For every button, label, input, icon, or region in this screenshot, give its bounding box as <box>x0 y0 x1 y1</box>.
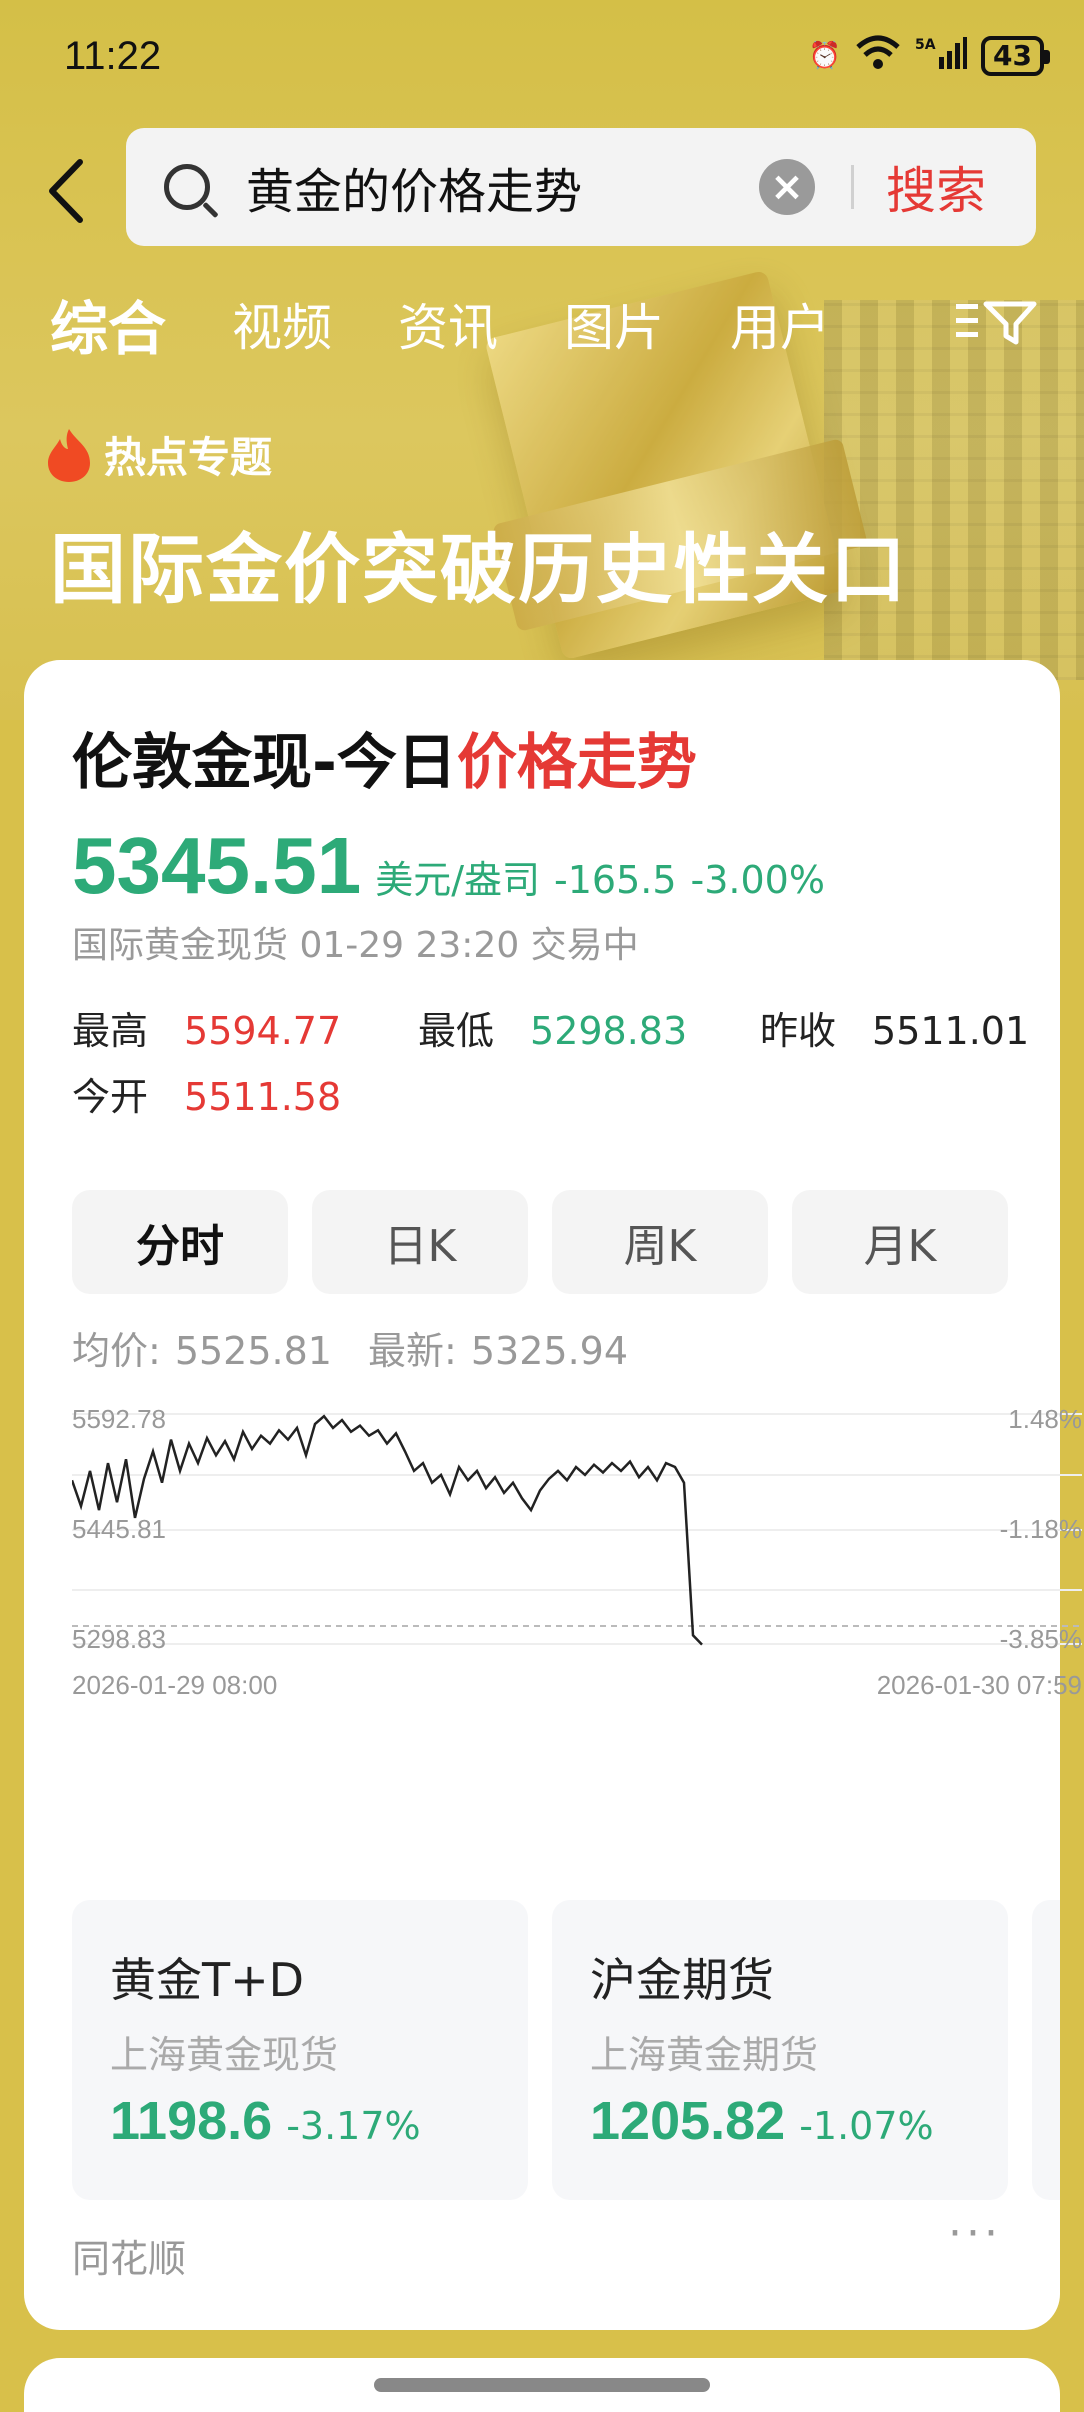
back-button[interactable] <box>46 158 96 223</box>
tab-monthly-k[interactable]: 月K <box>792 1190 1008 1294</box>
stat-open-label: 今开 <box>72 1075 149 1119</box>
market-card-futures[interactable]: 沪金期货 上海黄金期货 1205.82 -1.07% <box>552 1900 1008 2200</box>
signal-icon: 5A <box>915 35 968 78</box>
market-sub: 上海黄金现货 <box>110 2033 339 2077</box>
y-tick-right-bottom: -3.85% <box>1000 1624 1082 1654</box>
gold-price-card: 伦敦金现-今日价格走势 5345.51 美元/盎司 -165.5 -3.00% … <box>24 660 1082 2330</box>
data-source: 同花顺 <box>72 2237 187 2281</box>
market-price: 1205.82 <box>590 2091 786 2151</box>
stat-open: 今开 5511.58 <box>72 1066 341 1121</box>
stat-open-value: 5511.58 <box>184 1075 342 1119</box>
tab-intraday[interactable]: 分时 <box>72 1190 288 1294</box>
y-tick-left-mid: 5445.81 <box>72 1514 166 1544</box>
x-tick-end: 2026-01-30 07:59 <box>877 1670 1082 1700</box>
price-change: -165.5 <box>554 858 677 902</box>
tab-users[interactable]: 用户 <box>730 288 830 360</box>
market-name: 沪金期货 <box>590 1953 774 2007</box>
search-box[interactable]: 黄金的价格走势 × 搜索 <box>126 128 1036 246</box>
tab-images[interactable]: 图片 <box>564 288 664 360</box>
x-tick-start: 2026-01-29 08:00 <box>72 1670 277 1700</box>
hot-topic-label: 热点专题 <box>104 433 273 482</box>
search-button[interactable]: 搜索 <box>886 151 986 223</box>
avg-latest-row: 均价: 5525.81 最新: 5325.94 <box>72 1320 642 1375</box>
latest-label: 最新: <box>368 1329 457 1373</box>
current-price: 5345.51 <box>72 821 362 910</box>
search-bar-row: 黄金的价格走势 × 搜索 <box>0 128 1084 248</box>
divider <box>851 165 854 209</box>
filter-icon[interactable] <box>954 298 1038 358</box>
price-change-pct: -3.00% <box>690 858 825 902</box>
stat-prev-close-label: 昨收 <box>760 1009 837 1053</box>
price-row: 5345.51 美元/盎司 -165.5 -3.00% <box>72 820 825 912</box>
search-input[interactable]: 黄金的价格走势 <box>246 152 759 222</box>
close-icon: × <box>770 164 804 210</box>
market-sub: 上海黄金期货 <box>590 2033 819 2077</box>
status-time: 11:22 <box>64 33 162 78</box>
market-change: -1.07% <box>799 2104 934 2148</box>
stat-low-value: 5298.83 <box>530 1009 688 1053</box>
period-tabs: 分时 日K 周K 月K <box>72 1190 1008 1294</box>
y-tick-right-mid: -1.18% <box>1000 1514 1082 1544</box>
stat-high-label: 最高 <box>72 1009 149 1053</box>
market-card-td[interactable]: 黄金T+D 上海黄金现货 1198.6 -3.17% <box>72 1900 528 2200</box>
related-markets: 黄金T+D 上海黄金现货 1198.6 -3.17% 沪金期货 上海黄金期货 12… <box>72 1900 1060 2200</box>
market-status: 国际黄金现货 01-29 23:20 交易中 <box>72 925 639 966</box>
card-title-highlight: 价格走势 <box>456 728 697 798</box>
wifi-icon <box>855 35 901 78</box>
card-title-main: 伦敦金现-今日 <box>72 728 457 798</box>
search-icon <box>164 164 210 210</box>
battery-icon: 43 <box>981 36 1050 76</box>
chevron-left-icon <box>49 159 83 223</box>
flame-icon <box>46 427 92 483</box>
avg-value: 5525.81 <box>174 1329 332 1373</box>
tab-daily-k[interactable]: 日K <box>312 1190 528 1294</box>
market-price: 1198.6 <box>110 2091 273 2151</box>
stat-prev-close: 昨收 5511.01 <box>760 1000 1029 1055</box>
stat-high: 最高 5594.77 <box>72 1000 341 1055</box>
tab-comprehensive[interactable]: 综合 <box>50 282 166 366</box>
hot-topic-tag[interactable]: 热点专题 <box>46 424 272 485</box>
intraday-chart-svg: 5592.78 5445.81 5298.83 1.48% -1.18% -3.… <box>70 1404 1082 1700</box>
topic-headline[interactable]: 国际金价突破历史性关口 <box>50 508 908 618</box>
y-tick-left-top: 5592.78 <box>72 1404 166 1434</box>
market-name: 黄金T+D <box>110 1953 305 2007</box>
status-bar: 11:22 ⏰ 5A 43 <box>64 28 1050 84</box>
intraday-chart[interactable]: 5592.78 5445.81 5298.83 1.48% -1.18% -3.… <box>70 1400 1082 1710</box>
stat-low-label: 最低 <box>418 1009 495 1053</box>
alarm-icon: ⏰ <box>808 41 842 71</box>
stat-high-value: 5594.77 <box>184 1009 342 1053</box>
clear-button[interactable]: × <box>759 159 815 215</box>
market-change: -3.17% <box>286 2104 421 2148</box>
tab-weekly-k[interactable]: 周K <box>552 1190 768 1294</box>
market-card-partial[interactable] <box>1032 1900 1060 2200</box>
market-price-row: 1205.82 -1.07% <box>590 2090 934 2152</box>
price-unit: 美元/盎司 <box>375 858 540 902</box>
status-icons: ⏰ 5A 43 <box>808 35 1050 78</box>
category-tabs: 综合 视频 资讯 图片 用户 <box>50 284 1044 364</box>
card-title[interactable]: 伦敦金现-今日价格走势 <box>72 714 697 801</box>
latest-value: 5325.94 <box>470 1329 628 1373</box>
tab-news[interactable]: 资讯 <box>398 288 498 360</box>
avg-label: 均价: <box>72 1329 161 1373</box>
svg-text:5A: 5A <box>915 37 936 53</box>
y-tick-left-bottom: 5298.83 <box>72 1624 166 1654</box>
more-options-icon[interactable]: ··· <box>948 2208 1002 2259</box>
tab-video[interactable]: 视频 <box>232 288 332 360</box>
y-tick-right-top: 1.48% <box>1008 1404 1082 1434</box>
market-price-row: 1198.6 -3.17% <box>110 2090 421 2152</box>
home-indicator[interactable] <box>374 2378 710 2392</box>
stat-prev-close-value: 5511.01 <box>872 1009 1030 1053</box>
stat-low: 最低 5298.83 <box>418 1000 687 1055</box>
